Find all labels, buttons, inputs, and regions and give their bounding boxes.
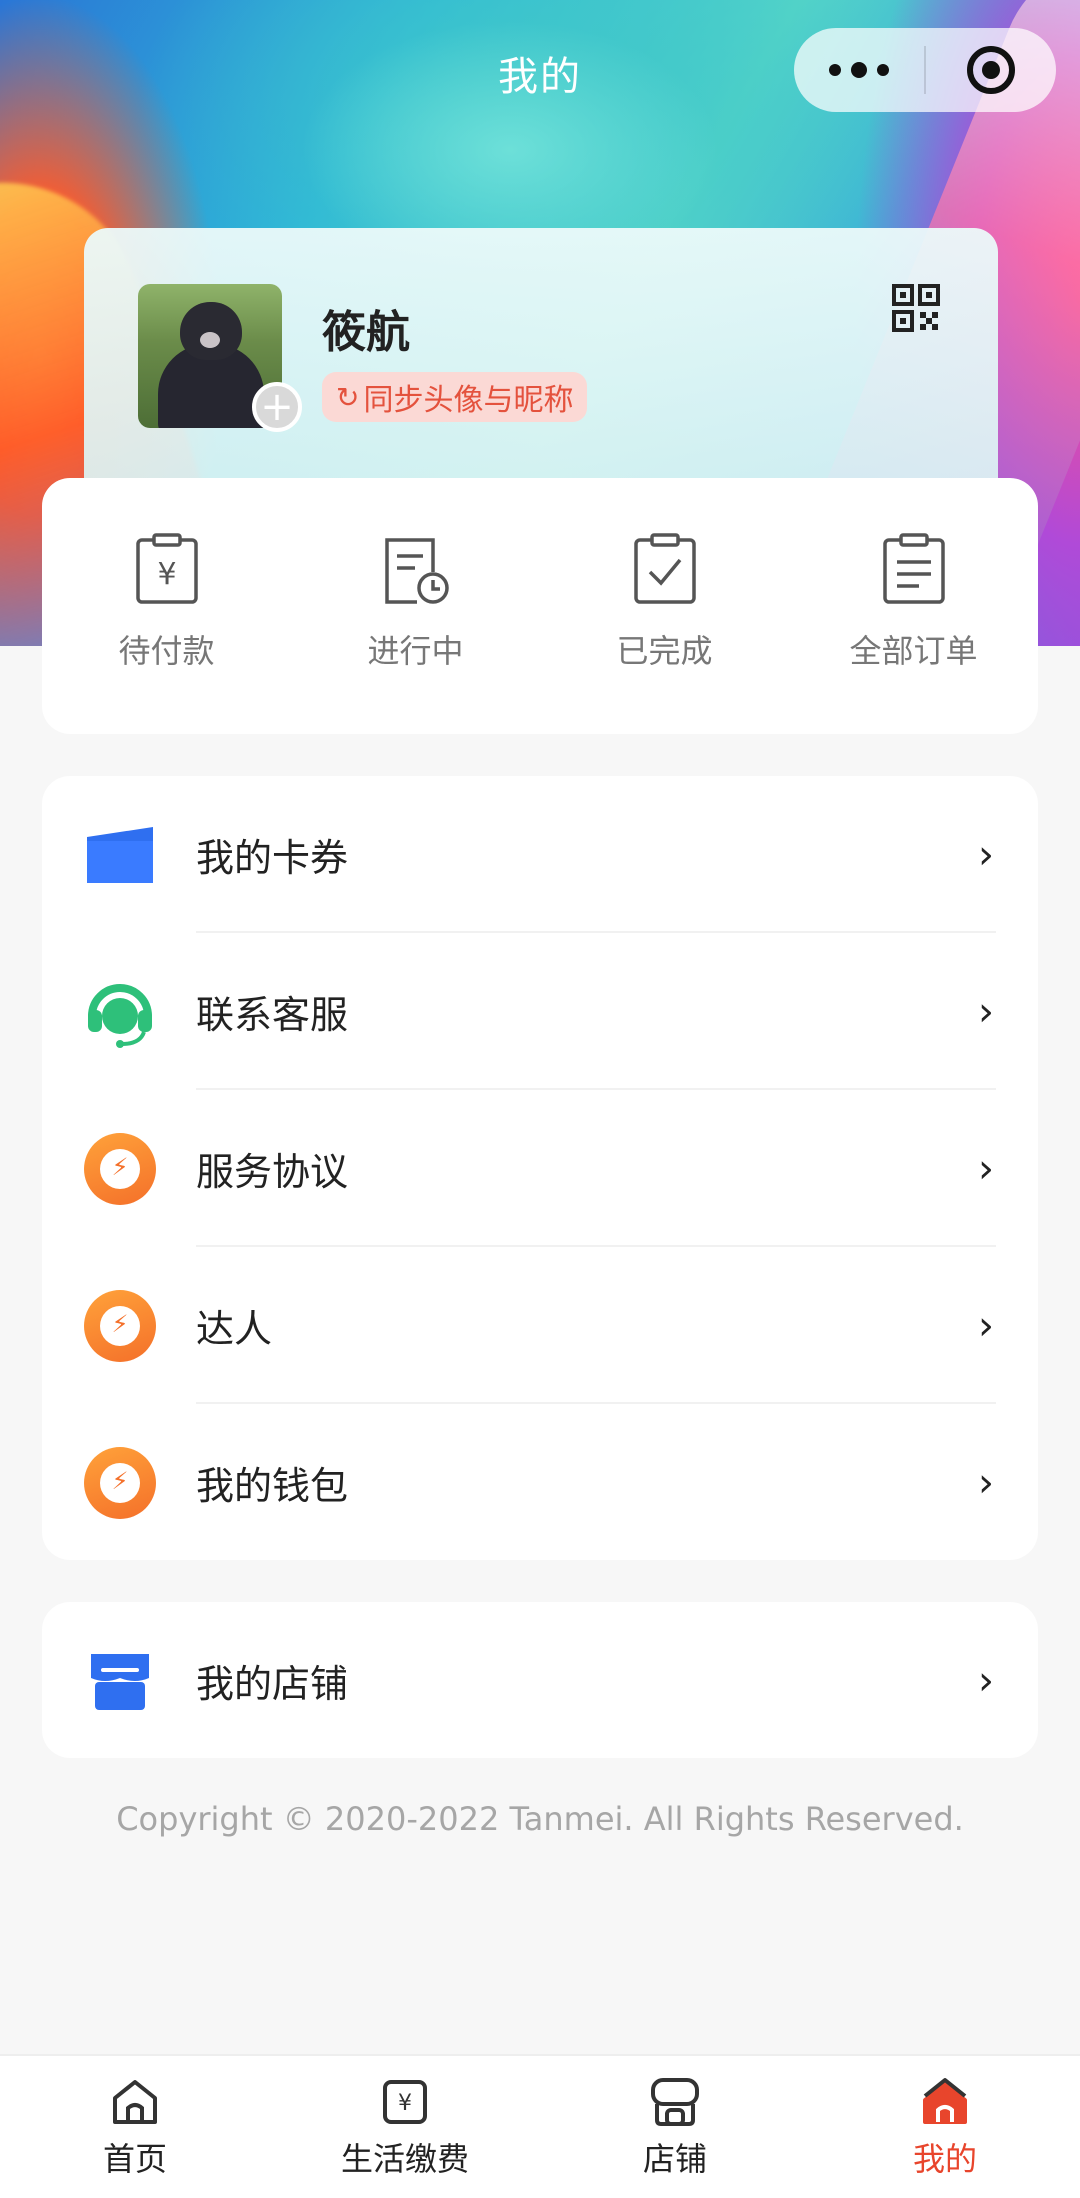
all-orders-icon [882, 533, 945, 604]
order-in-progress[interactable]: 进行中 [291, 478, 540, 734]
chevron-right-icon: › [978, 1145, 994, 1192]
tab-label: 生活缴费 [340, 2140, 469, 2178]
completed-icon [633, 533, 696, 604]
expert-icon: ⚡ [84, 1289, 156, 1362]
payment-icon: ¥ [383, 2080, 427, 2124]
card-voucher-icon [84, 819, 156, 891]
menu-item-label: 联系客服 [196, 993, 349, 1037]
sync-icon: ↻ [336, 380, 360, 414]
order-label: 全部订单 [849, 632, 978, 670]
menu-item-customer-service[interactable]: 联系客服 › [42, 933, 1038, 1090]
mini-program-capsule [794, 28, 1056, 112]
store-card: 我的店铺 › [42, 1602, 1038, 1758]
order-pending-payment[interactable]: ¥ 待付款 [42, 478, 291, 734]
home-icon [113, 2080, 157, 2124]
bottom-tab-bar: 首页 ¥ 生活缴费 店铺 我的 [0, 2054, 1080, 2198]
menu-item-label: 服务协议 [196, 1150, 349, 1194]
pending-payment-icon: ¥ [135, 533, 198, 604]
order-all[interactable]: 全部订单 [789, 478, 1038, 734]
in-progress-icon [384, 538, 449, 604]
agreement-icon: ⚡ [84, 1132, 156, 1205]
order-completed[interactable]: 已完成 [540, 478, 789, 734]
menu-item-wallet[interactable]: ⚡ 我的钱包 › [42, 1404, 1038, 1561]
svg-text:¥: ¥ [398, 2091, 412, 2116]
more-dots-icon [829, 62, 889, 78]
sync-label: 同步头像与昵称 [363, 383, 574, 418]
profile-icon [923, 2078, 967, 2124]
profile-card: + 筱航 ↻ 同步头像与昵称 [84, 228, 998, 488]
order-label: 待付款 [118, 632, 215, 670]
copyright-text: Copyright © 2020-2022 Tanmei. All Rights… [116, 1800, 964, 1838]
orders-card: ¥ 待付款 进行中 已完成 全部订单 [42, 478, 1038, 734]
order-label: 已完成 [616, 632, 713, 670]
menu-item-label: 达人 [196, 1307, 273, 1351]
wallet-icon: ⚡ [84, 1446, 156, 1519]
tab-home[interactable]: 首页 [0, 2056, 270, 2198]
chevron-right-icon: › [978, 1302, 994, 1349]
shop-icon [651, 2078, 699, 2126]
store-icon [84, 1645, 156, 1717]
customer-service-icon [84, 976, 156, 1048]
chevron-right-icon: › [978, 988, 994, 1035]
more-button[interactable] [794, 28, 924, 112]
svg-text:¥: ¥ [157, 557, 176, 592]
chevron-right-icon: › [978, 1657, 994, 1704]
tab-label: 店铺 [642, 2140, 707, 2178]
menu-item-label: 我的钱包 [196, 1464, 349, 1508]
add-avatar-icon[interactable]: + [252, 382, 302, 432]
tab-payment[interactable]: ¥ 生活缴费 [270, 2056, 540, 2198]
tab-shop[interactable]: 店铺 [540, 2056, 810, 2198]
menu-item-label: 我的店铺 [196, 1662, 349, 1706]
menu-item-agreement[interactable]: ⚡ 服务协议 › [42, 1090, 1038, 1247]
tab-label: 我的 [912, 2140, 977, 2178]
chevron-right-icon: › [978, 831, 994, 878]
menu-item-card-voucher[interactable]: 我的卡券 › [42, 776, 1038, 933]
menu-item-label: 我的卡券 [196, 836, 349, 880]
order-label: 进行中 [367, 632, 464, 670]
chevron-right-icon: › [978, 1459, 994, 1506]
menu-item-expert[interactable]: ⚡ 达人 › [42, 1247, 1038, 1404]
tab-profile[interactable]: 我的 [810, 2056, 1080, 2198]
sync-profile-button[interactable]: ↻ 同步头像与昵称 [322, 372, 588, 422]
target-circle-icon [967, 46, 1015, 94]
menu-item-my-store[interactable]: 我的店铺 › [42, 1602, 1038, 1759]
menu-card: 我的卡券 › 联系客服 › ⚡ 服务协议 › ⚡ 达人 › ⚡ 我的钱包 › [42, 776, 1038, 1560]
close-button[interactable] [926, 28, 1056, 112]
nickname: 筱航 [322, 307, 410, 358]
tab-label: 首页 [102, 2140, 167, 2178]
qr-code-icon[interactable] [892, 284, 940, 332]
